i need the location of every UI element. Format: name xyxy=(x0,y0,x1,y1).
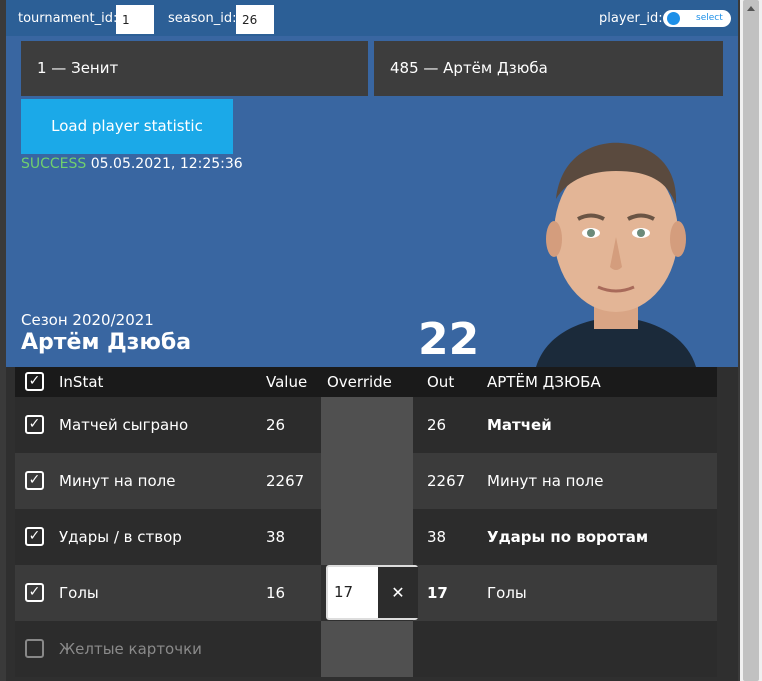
header-instat: InStat xyxy=(59,373,104,391)
row-label-cell: ✓ Голы 16 xyxy=(15,565,321,621)
row-out-cell: 17 Голы xyxy=(413,565,717,621)
override-cell[interactable] xyxy=(321,397,413,453)
row-out-value: 26 xyxy=(427,416,447,434)
status-result: SUCCESS xyxy=(21,156,87,172)
override-cell[interactable] xyxy=(321,509,413,565)
row-value: 2267 xyxy=(266,472,305,490)
row-label-cell: ✓ Матчей сыграно 26 xyxy=(15,397,321,453)
row-label: Желтые карточки xyxy=(59,640,202,658)
table-row: ✓ Матчей сыграно 26 26 Матчей xyxy=(15,397,717,453)
override-input[interactable]: 17 ✕ xyxy=(326,565,418,620)
row-out-value: 2267 xyxy=(427,472,466,490)
header-override: Override xyxy=(327,373,392,391)
load-status: SUCCESS 05.05.2021, 12:25:36 xyxy=(21,156,243,172)
row-label-cell: ✓ Минут на поле 2267 xyxy=(15,453,321,509)
override-cell[interactable] xyxy=(321,453,413,509)
clear-icon[interactable]: ✕ xyxy=(378,567,418,618)
override-value: 17 xyxy=(334,583,354,601)
page-scrollbar[interactable] xyxy=(740,0,762,681)
season-label: Сезон 2020/2021 xyxy=(21,311,154,329)
row-out-label: Матчей xyxy=(487,416,552,434)
row-value: 26 xyxy=(266,416,286,434)
season-id-input[interactable]: 26 xyxy=(236,5,274,34)
row-out-label: Минут на поле xyxy=(487,472,604,490)
row-label: Матчей сыграно xyxy=(59,416,189,434)
row-out-cell xyxy=(413,621,717,677)
tournament-id-label: tournament_id: xyxy=(18,11,118,26)
table-row: ✓ Удары / в створ 38 38 Удары по воротам xyxy=(15,509,717,565)
row-value: 16 xyxy=(266,584,286,602)
row-value: 38 xyxy=(266,528,286,546)
scrollbar-thumb[interactable] xyxy=(743,0,759,681)
row-label: Удары / в створ xyxy=(59,528,182,546)
player-number: 22 xyxy=(418,314,480,365)
filter-bar: tournament_id: 1 season_id: 26 player_id… xyxy=(6,0,738,36)
status-timestamp: 05.05.2021, 12:25:36 xyxy=(90,156,243,172)
row-label: Минут на поле xyxy=(59,472,176,490)
scroll-up-icon[interactable] xyxy=(747,6,755,11)
row-out-cell: 26 Матчей xyxy=(413,397,717,453)
season-id-label: season_id: xyxy=(168,11,237,26)
header-player: АРТЁМ ДЗЮБА xyxy=(487,373,601,391)
row-checkbox[interactable] xyxy=(25,639,44,658)
player-select[interactable]: 485 — Артём Дзюба xyxy=(374,41,723,96)
row-out-value: 17 xyxy=(427,584,448,602)
row-label-cell: ✓ Удары / в створ 38 xyxy=(15,509,321,565)
override-cell[interactable] xyxy=(321,621,413,677)
table-row: ✓ Минут на поле 2267 2267 Минут на поле xyxy=(15,453,717,509)
row-label-cell: Желтые карточки xyxy=(15,621,321,677)
row-out-label: Голы xyxy=(487,584,527,602)
player-id-toggle[interactable]: select xyxy=(663,10,731,27)
tournament-id-input[interactable]: 1 xyxy=(116,5,154,34)
row-out-cell: 38 Удары по воротам xyxy=(413,509,717,565)
team-select[interactable]: 1 — Зенит xyxy=(21,41,368,96)
row-checkbox[interactable]: ✓ xyxy=(25,583,44,602)
header-out: Out xyxy=(427,373,455,391)
player-photo xyxy=(536,142,696,367)
player-id-label: player_id: xyxy=(599,11,663,26)
row-checkbox[interactable]: ✓ xyxy=(25,527,44,546)
row-out-cell: 2267 Минут на поле xyxy=(413,453,717,509)
stats-table-header: ✓ InStat Value Override Out АРТЁМ ДЗЮБА xyxy=(15,367,717,397)
player-panel: 1 — Зенит 485 — Артём Дзюба Load player … xyxy=(6,36,738,367)
row-label: Голы xyxy=(59,584,99,602)
select-all-checkbox[interactable]: ✓ xyxy=(25,372,44,391)
table-row: Желтые карточки xyxy=(15,621,717,677)
toggle-knob xyxy=(667,12,680,25)
row-checkbox[interactable]: ✓ xyxy=(25,415,44,434)
row-out-label: Удары по воротам xyxy=(487,528,649,546)
row-checkbox[interactable]: ✓ xyxy=(25,471,44,490)
player-name: Артём Дзюба xyxy=(21,330,192,355)
load-player-statistic-button[interactable]: Load player statistic xyxy=(21,99,233,154)
header-value: Value xyxy=(266,373,308,391)
toggle-label: select xyxy=(696,13,723,23)
row-out-value: 38 xyxy=(427,528,447,546)
